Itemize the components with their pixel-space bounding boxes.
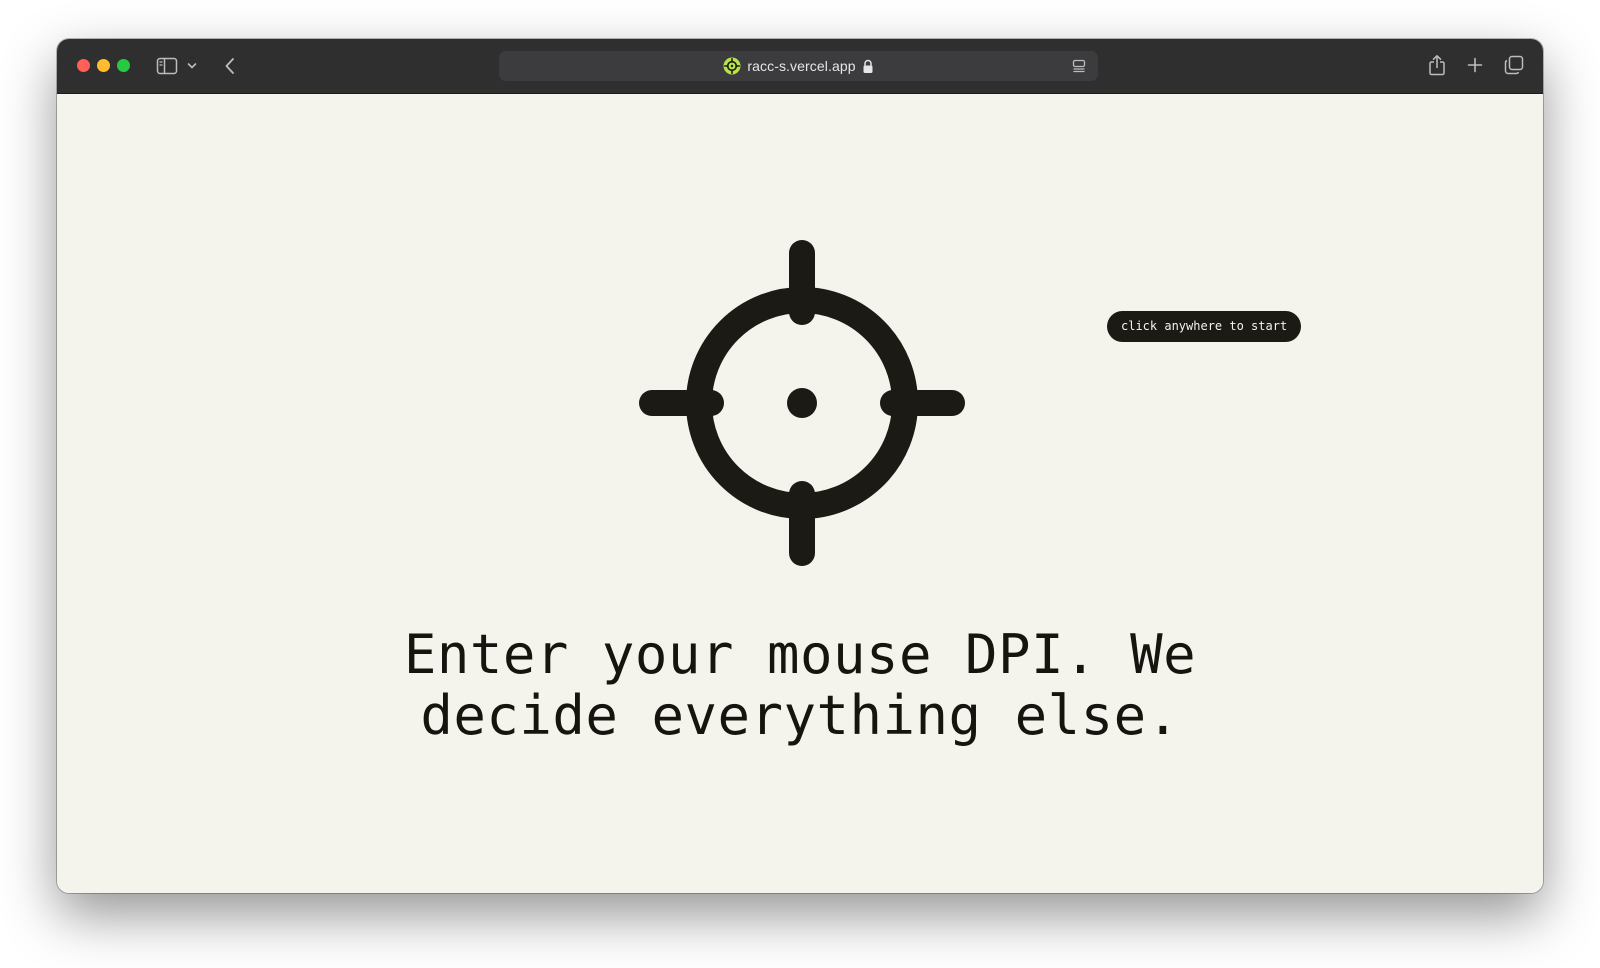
reader-icon[interactable]: [1070, 57, 1088, 75]
url-text: racc-s.vercel.app: [747, 58, 856, 74]
chevron-down-icon[interactable]: [185, 57, 199, 75]
crosshair-favicon-icon: [723, 57, 741, 75]
page-headline: Enter your mouse DPI. We decide everythi…: [300, 624, 1300, 746]
browser-toolbar: racc-s.vercel.app: [57, 39, 1543, 94]
sidebar-toggle-icon[interactable]: [155, 55, 179, 77]
minimize-window-button[interactable]: [97, 59, 110, 72]
lock-icon: [862, 59, 874, 74]
share-icon[interactable]: [1427, 53, 1447, 77]
crosshair-icon: [632, 233, 972, 573]
zoom-window-button[interactable]: [117, 59, 130, 72]
headline-line-1: Enter your mouse DPI. We: [403, 623, 1197, 686]
start-hint-tooltip: click anywhere to start: [1107, 311, 1302, 342]
browser-window: racc-s.vercel.app click anywhere to star…: [57, 39, 1543, 893]
headline-line-2: decide everything else.: [420, 684, 1180, 747]
address-bar[interactable]: racc-s.vercel.app: [499, 51, 1098, 81]
page-content[interactable]: click anywhere to start Enter your mouse…: [57, 94, 1543, 893]
chevron-left-icon[interactable]: [221, 55, 239, 77]
close-window-button[interactable]: [77, 59, 90, 72]
plus-icon[interactable]: [1465, 55, 1485, 75]
tabs-icon[interactable]: [1503, 54, 1525, 76]
